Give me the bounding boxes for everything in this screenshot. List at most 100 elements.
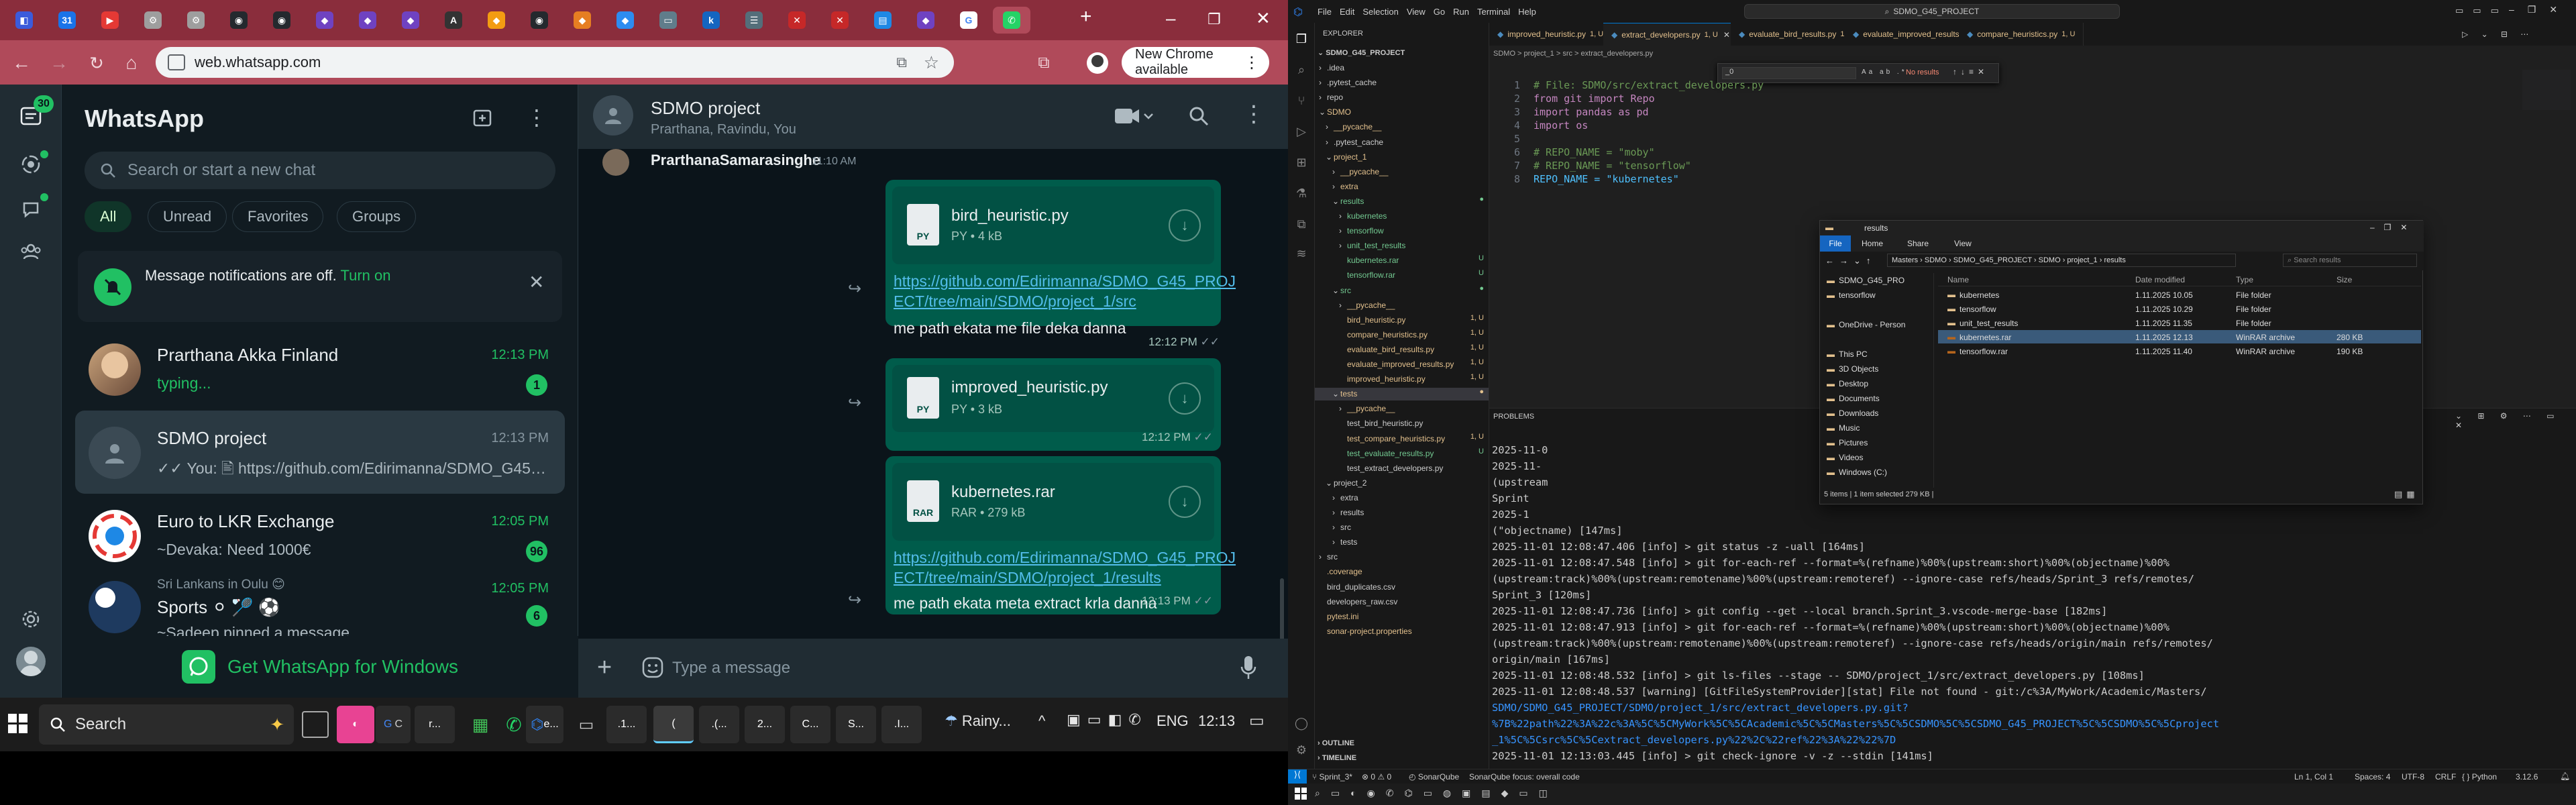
timeline-section[interactable]: › TIMELINE — [1318, 754, 1356, 762]
nav-item[interactable]: ▬ tensorflow — [1820, 288, 1934, 303]
tree-folder[interactable]: › .pytest_cache — [1315, 76, 1489, 89]
browser-tab[interactable]: A — [435, 7, 472, 34]
path-segment[interactable]: SDMO_G45_PROJECT — [1953, 256, 2032, 264]
tree-file[interactable]: improved_heuristic.py 1, U — [1315, 373, 1489, 386]
testing-flask-icon[interactable]: ⚗ — [1292, 184, 1311, 203]
tree-folder[interactable]: › __pycache__ — [1315, 299, 1489, 312]
panel-tab-problems[interactable]: PROBLEMS — [1493, 413, 1534, 421]
path-segment[interactable]: results — [2104, 256, 2125, 264]
browser-tab[interactable]: ◆ — [606, 7, 644, 34]
editor-tab[interactable]: ◆evaluate_bird_results.py1, U — [1731, 23, 1863, 46]
tree-file[interactable]: test_extract_developers.py — [1315, 462, 1489, 475]
file-row[interactable]: ▬ kubernetes.rar 1.11.2025 12.13 WinRAR arc… — [1938, 330, 2421, 343]
message-input[interactable]: Type a message — [659, 648, 1155, 688]
indentation[interactable]: Spaces: 4 — [2355, 772, 2390, 782]
cursor-position[interactable]: Ln 1, Col 1 — [2294, 772, 2333, 782]
tree-folder[interactable]: › __pycache__ — [1315, 402, 1489, 415]
tray-icons[interactable]: ▣▭◧✆ — [1067, 711, 1148, 729]
menu-run[interactable]: Run — [1453, 7, 1469, 17]
message-bubble[interactable]: PY bird_heuristic.py PY • 4 kB ↓ https:/… — [885, 180, 1236, 337]
close-icon[interactable]: ✕ — [529, 271, 544, 293]
conversation-header[interactable]: SDMO project Prarthana, Ravindu, You ⋮ — [578, 85, 1288, 149]
file-row[interactable]: ▬ tensorflow 1.11.2025 10.29 File folder — [1938, 302, 2421, 315]
tree-file[interactable]: .coverage — [1315, 566, 1489, 578]
language-indicator[interactable]: ENG — [1157, 712, 1189, 730]
path-segment[interactable]: SDMO — [1925, 256, 1947, 264]
get-whatsapp-banner[interactable]: Get WhatsApp for Windows — [62, 636, 578, 698]
extensions-icon[interactable]: ⊞ — [1292, 153, 1311, 172]
nav-item[interactable]: ▬ Desktop — [1820, 376, 1934, 391]
file-row[interactable]: ▬ unit_test_results 1.11.2025 11.35 File fo… — [1938, 316, 2421, 329]
nav-item[interactable]: ▬ This PC — [1820, 347, 1934, 362]
browser-tab[interactable]: ⚙ — [134, 7, 172, 34]
browser-tab[interactable]: ▶ — [91, 7, 129, 34]
column-name[interactable]: Name — [1947, 275, 1969, 284]
sonarqube-indicator[interactable]: ◴ SonarQube — [1409, 772, 1459, 782]
tree-folder[interactable]: ⌄ tests ● — [1315, 388, 1489, 401]
menu-dots-icon[interactable]: ⋮ — [526, 105, 547, 130]
remote-indicator-icon[interactable]: ⟩⟨ — [1288, 769, 1307, 784]
minimap[interactable] — [2522, 70, 2571, 110]
remote-explorer-icon[interactable]: ⧉ — [1292, 215, 1311, 233]
file-row[interactable]: ▬ kubernetes 1.11.2025 10.05 File folder — [1938, 288, 2421, 301]
tree-file[interactable]: test_compare_heuristics.py 1, U — [1315, 433, 1489, 445]
close-icon[interactable]: ✕ — [1723, 30, 1730, 40]
sonar-focus[interactable]: SonarQube focus: overall code — [1469, 772, 1580, 782]
turn-on-link[interactable]: Turn on — [340, 267, 390, 284]
menu-edit[interactable]: Edit — [1340, 7, 1354, 17]
find-input[interactable]: _0 — [1722, 67, 1856, 79]
ribbon-share[interactable]: Share — [1907, 239, 1929, 248]
browser-tab[interactable]: ◆ — [349, 7, 386, 34]
nav-item[interactable]: ▬ Videos — [1820, 450, 1934, 465]
ribbon-home[interactable]: Home — [1862, 239, 1883, 248]
nav-item[interactable]: ▬ 3D Objects — [1820, 362, 1934, 376]
download-icon[interactable]: ↓ — [1169, 486, 1201, 518]
tree-folder[interactable]: ⌄ project_1 — [1315, 151, 1489, 164]
windows-start-icon[interactable] — [8, 714, 28, 734]
browser-tab[interactable]: ◆ — [306, 7, 343, 34]
manage-gear-icon[interactable]: ⚙ — [1292, 741, 1311, 759]
tree-folder[interactable]: › unit_test_results — [1315, 239, 1489, 252]
tree-file[interactable]: bird_duplicates.csv — [1315, 581, 1489, 594]
tree-file[interactable]: pytest.ini — [1315, 610, 1489, 623]
settings-gear-icon[interactable] — [15, 604, 46, 635]
forward-icon[interactable]: ↪ — [841, 586, 868, 613]
scrollbar[interactable] — [1280, 578, 1284, 639]
tree-folder[interactable]: › repo — [1315, 91, 1489, 104]
explorer-search[interactable]: ⌕ Search results — [2283, 254, 2417, 267]
chat-item[interactable]: Sri Lankans in Oulu 😊 Sports ⚪ 🏸 ⚽ 12:05… — [75, 570, 565, 636]
tree-file[interactable]: test_evaluate_results.py U — [1315, 447, 1489, 460]
tree-folder[interactable]: › .idea — [1315, 62, 1489, 74]
close-window-icon[interactable]: ✕ — [1256, 8, 1271, 29]
path-segment[interactable]: Masters — [1892, 256, 1918, 264]
problems-indicator[interactable]: ⊗ 0 ⚠ 0 — [1362, 772, 1391, 782]
menu-dots-icon[interactable]: ⋮ — [1244, 53, 1260, 72]
window-controls[interactable]: –❐✕ — [2509, 4, 2571, 15]
layout-toggles[interactable]: ▭▭▭ — [2455, 5, 2508, 16]
clock[interactable]: 12:13 — [1198, 712, 1235, 730]
python-version[interactable]: 3.12.6 — [2516, 772, 2538, 782]
browser-tab[interactable]: 31 — [48, 7, 86, 34]
language-mode[interactable]: { } Python — [2462, 772, 2497, 782]
taskbar-app[interactable]: r... — [415, 706, 455, 743]
browser-tab[interactable]: ✕ — [778, 7, 816, 34]
nav-item[interactable]: ▬ Downloads — [1820, 406, 1934, 421]
project-root[interactable]: ⌄ SDMO_G45_PROJECT — [1318, 48, 1405, 57]
forward-icon[interactable]: ↪ — [841, 389, 868, 416]
editor-tab[interactable]: ◆ improved_heuristic.py 1, U — [1489, 23, 1613, 46]
nav-item[interactable]: ▬ Documents — [1820, 391, 1934, 406]
tree-folder[interactable]: ⌄ results ● — [1315, 195, 1489, 208]
minimize-icon[interactable]: – — [1166, 8, 1175, 29]
my-profile-avatar[interactable] — [16, 647, 46, 676]
message-bubble[interactable]: PY improved_heuristic.py PY • 3 kB ↓ 12:… — [885, 358, 1221, 451]
path-segment[interactable]: project_1 — [2067, 256, 2097, 264]
taskbar-chrome-active[interactable]: ( — [653, 706, 694, 743]
browser-tab[interactable]: ◉ — [220, 7, 258, 34]
run-debug-icon[interactable]: ▷ — [1292, 122, 1311, 141]
browser-tab[interactable]: ◆ — [392, 7, 429, 34]
search-icon[interactable] — [1189, 106, 1209, 126]
nav-item[interactable]: ▬ OneDrive - Person — [1820, 317, 1934, 332]
tree-folder[interactable]: ⌄ project_2 — [1315, 477, 1489, 490]
tree-file[interactable]: evaluate_improved_results.py 1, U — [1315, 358, 1489, 371]
ribbon-file[interactable]: File — [1820, 235, 1851, 252]
